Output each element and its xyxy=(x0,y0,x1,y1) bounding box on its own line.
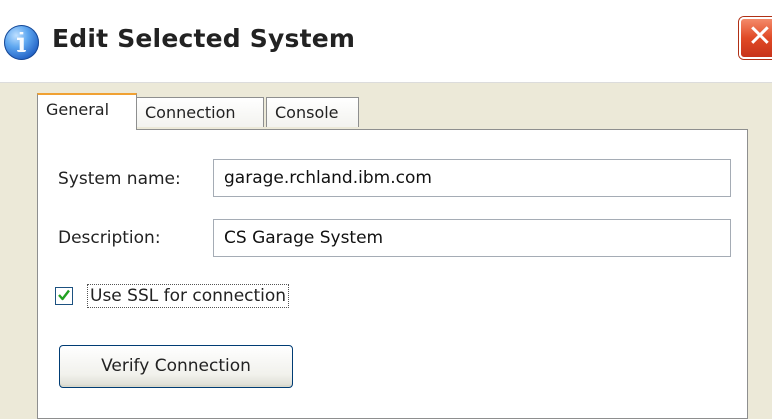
ssl-checkbox[interactable] xyxy=(55,287,73,305)
system-name-label: System name: xyxy=(58,169,181,189)
info-icon xyxy=(4,25,39,60)
verify-connection-button[interactable]: Verify Connection xyxy=(59,345,293,388)
ssl-checkbox-label[interactable]: Use SSL for connection xyxy=(87,284,290,308)
description-field[interactable]: CS Garage System xyxy=(213,219,731,257)
title-bar: Edit Selected System ✕ xyxy=(0,0,772,83)
description-label: Description: xyxy=(58,228,161,248)
tab-connection[interactable]: Connection xyxy=(136,97,264,127)
checkmark-icon xyxy=(58,289,70,301)
tab-general[interactable]: General xyxy=(37,93,137,130)
close-button[interactable]: ✕ xyxy=(739,17,772,59)
tab-console[interactable]: Console xyxy=(266,97,359,127)
system-name-field[interactable]: garage.rchland.ibm.com xyxy=(213,159,731,197)
window-title: Edit Selected System xyxy=(52,24,356,53)
